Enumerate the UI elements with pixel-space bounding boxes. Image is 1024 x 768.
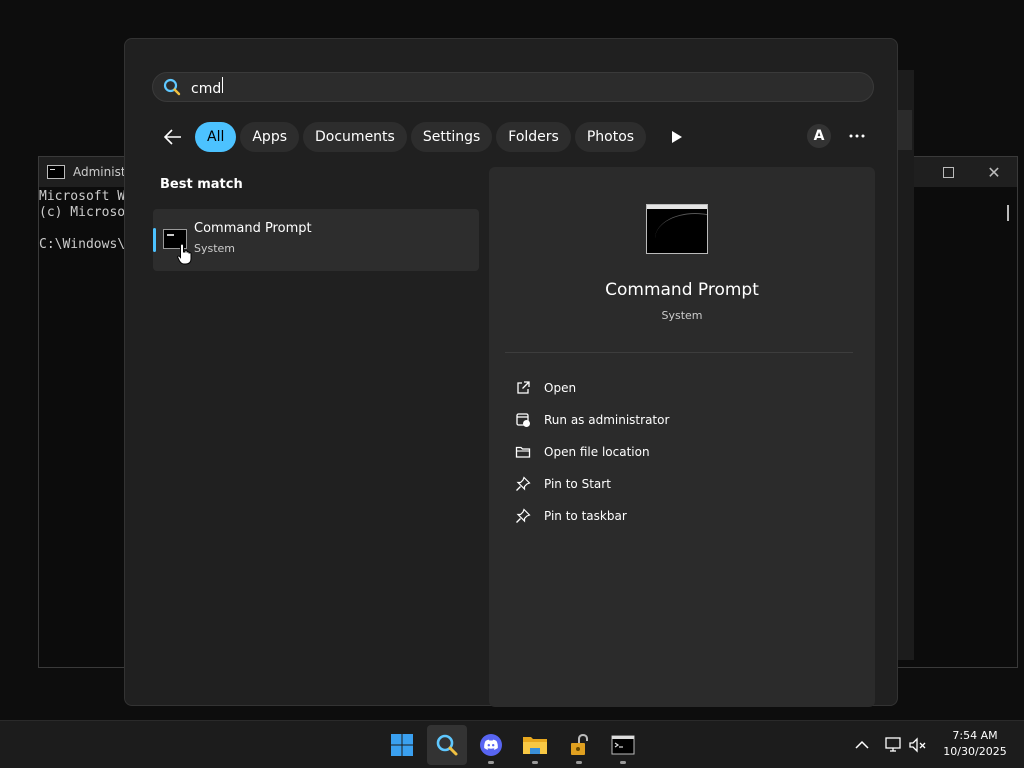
action-pin-to-taskbar[interactable]: Pin to taskbar xyxy=(515,500,669,532)
filter-all[interactable]: All xyxy=(195,122,237,152)
tray-network[interactable] xyxy=(882,733,906,757)
result-command-prompt[interactable]: Command Prompt System xyxy=(153,209,479,271)
taskbar-discord[interactable] xyxy=(471,725,511,765)
search-input[interactable]: cmd xyxy=(191,77,791,97)
taskbar-search-button[interactable] xyxy=(427,725,467,765)
detail-title: Command Prompt xyxy=(605,280,759,300)
running-indicator xyxy=(576,761,582,764)
more-filters-button[interactable] xyxy=(666,121,688,153)
filter-apps[interactable]: Apps xyxy=(240,122,300,152)
action-open-file-location[interactable]: Open file location xyxy=(515,436,669,468)
detail-subtitle: System xyxy=(661,309,703,322)
result-title: Command Prompt xyxy=(194,221,312,236)
back-arrow-icon xyxy=(164,129,181,145)
tray-overflow-button[interactable] xyxy=(850,733,874,757)
filter-documents[interactable]: Documents xyxy=(303,122,407,152)
filter-photos[interactable]: Photos xyxy=(574,122,647,152)
start-search-panel: cmd All Apps Documents Settings Folders … xyxy=(124,38,898,707)
start-icon xyxy=(391,734,413,756)
action-open[interactable]: Open xyxy=(515,372,669,404)
clock-time: 7:54 AM xyxy=(952,729,998,742)
result-subtitle: System xyxy=(194,242,236,255)
file-explorer-icon xyxy=(523,737,547,754)
clock-date: 10/30/2025 xyxy=(943,745,1007,758)
maximize-icon xyxy=(942,166,954,178)
open-external-icon xyxy=(517,381,530,394)
running-indicator xyxy=(532,761,538,764)
taskbar: 7:54 AM 10/30/2025 xyxy=(0,720,1024,768)
taskbar-file-explorer[interactable] xyxy=(515,725,555,765)
maximize-button[interactable] xyxy=(925,157,971,187)
lock-app-icon xyxy=(571,733,588,755)
volume-muted-icon xyxy=(909,737,926,753)
divider xyxy=(505,352,853,353)
taskbar-clock[interactable]: 7:54 AM 10/30/2025 xyxy=(938,728,1012,760)
filter-bar: All Apps Documents Settings Folders Phot… xyxy=(155,121,688,153)
best-match-label: Best match xyxy=(160,177,243,192)
console-scrollbar[interactable] xyxy=(1007,205,1009,221)
chevron-up-icon xyxy=(855,740,869,749)
search-box[interactable]: cmd xyxy=(152,72,874,102)
shield-window-icon xyxy=(516,413,530,427)
filter-settings[interactable]: Settings xyxy=(410,122,493,152)
more-options-button[interactable] xyxy=(845,124,869,148)
action-run-as-admin[interactable]: Run as administrator xyxy=(515,404,669,436)
folder-icon xyxy=(515,446,531,458)
network-icon xyxy=(885,737,901,752)
tray-volume[interactable] xyxy=(906,733,930,757)
running-indicator xyxy=(620,761,626,764)
back-button[interactable] xyxy=(155,121,191,153)
running-indicator xyxy=(488,761,494,764)
detail-pane: Command Prompt System Open Run as admini… xyxy=(489,167,875,707)
more-dots-icon xyxy=(849,134,865,138)
start-button[interactable] xyxy=(382,725,422,765)
pin-icon xyxy=(516,508,531,523)
action-list: Open Run as administrator Open file loca… xyxy=(515,372,669,532)
hand-cursor-icon xyxy=(177,243,192,265)
close-icon: ✕ xyxy=(987,162,1001,182)
search-icon xyxy=(163,78,181,96)
filter-folders[interactable]: Folders xyxy=(496,122,571,152)
command-prompt-large-icon xyxy=(646,204,708,254)
account-avatar[interactable]: A xyxy=(807,124,831,148)
taskbar-command-prompt[interactable] xyxy=(603,725,643,765)
pin-icon xyxy=(516,476,531,491)
discord-icon xyxy=(480,734,502,756)
console-app-icon xyxy=(47,165,65,179)
search-icon xyxy=(436,734,458,756)
selection-indicator xyxy=(153,228,156,252)
action-pin-to-start[interactable]: Pin to Start xyxy=(515,468,669,500)
close-button[interactable]: ✕ xyxy=(971,157,1017,187)
command-prompt-icon xyxy=(611,735,635,755)
taskbar-lock-app[interactable] xyxy=(559,725,599,765)
play-icon xyxy=(672,131,683,143)
